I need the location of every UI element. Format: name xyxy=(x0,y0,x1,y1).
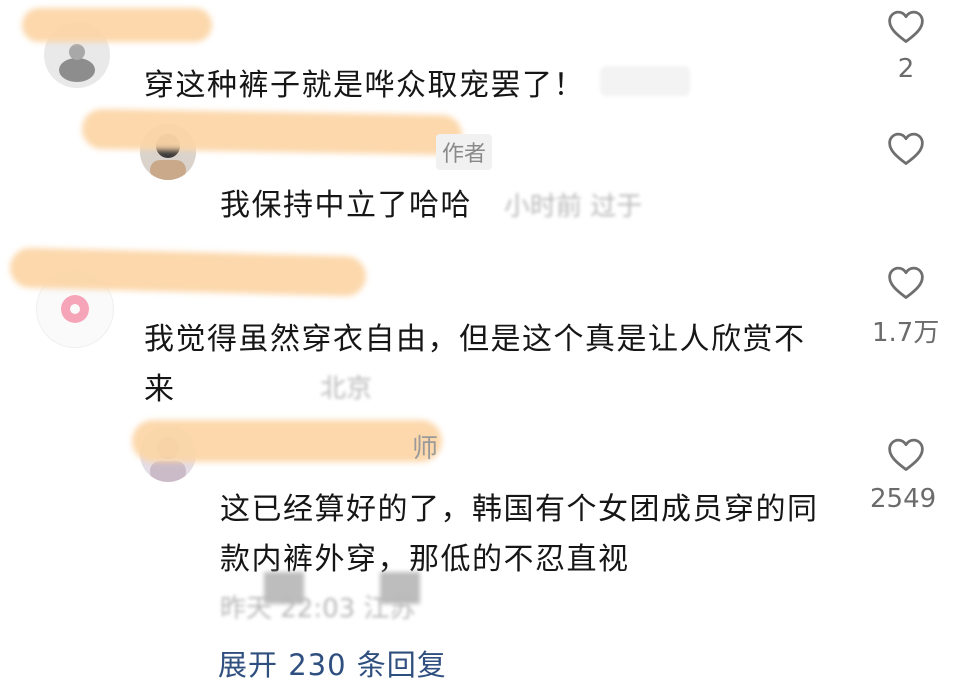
comment-text-line-2: 来 xyxy=(144,372,176,407)
heart-outline-icon xyxy=(888,10,924,43)
redacted-username xyxy=(22,8,212,42)
like-button[interactable] xyxy=(876,436,936,472)
like-button[interactable] xyxy=(876,130,936,176)
comment-text-line-1: 这已经算好的了，韩国有个女团成员穿的同 xyxy=(220,492,819,527)
heart-outline-icon xyxy=(888,132,924,165)
like-count: 1.7万 xyxy=(872,318,940,348)
author-badge: 作者 xyxy=(436,134,493,170)
like-count: 2549 xyxy=(870,484,937,514)
redacted-username xyxy=(81,108,463,156)
like-count: 2 xyxy=(897,54,915,84)
heart-outline-icon xyxy=(888,266,924,299)
like-button[interactable]: 2 xyxy=(876,8,936,84)
comment-meta: 昨天 22:03 江苏 xyxy=(220,594,416,624)
comment-text: 穿这种裤子就是哗众取宠罢了！ xyxy=(144,68,585,103)
username-tail: 师 xyxy=(412,434,439,464)
comment-meta: 北京 xyxy=(320,374,373,404)
comment-meta-blurred xyxy=(600,66,690,96)
comment-meta: 小时前 过于 xyxy=(504,192,643,222)
expand-replies-link[interactable]: 展开 230 条回复 xyxy=(218,642,447,684)
redacted-username xyxy=(132,420,442,462)
heart-outline-icon xyxy=(888,438,924,471)
like-button[interactable] xyxy=(876,264,936,300)
comment-text: 我保持中立了哈哈 xyxy=(220,188,472,223)
comment-text-line-1: 我觉得虽然穿衣自由，但是这个真是让人欣赏不 xyxy=(144,322,806,357)
